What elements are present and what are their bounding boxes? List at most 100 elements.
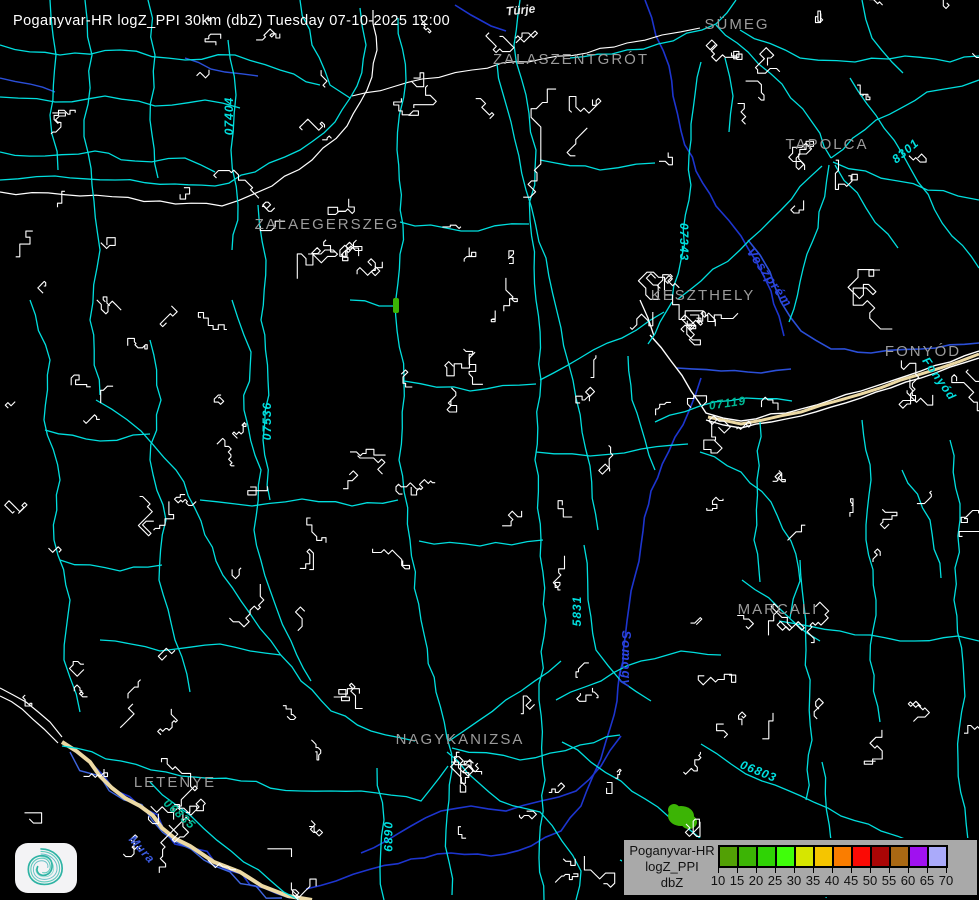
legend-tick-label: 50 xyxy=(863,873,877,888)
settlement-outline xyxy=(866,0,883,5)
road-line xyxy=(96,400,415,741)
settlement-outline xyxy=(943,0,952,9)
legend-tick-label: 25 xyxy=(768,873,782,888)
settlement-outline xyxy=(205,34,221,45)
road-line xyxy=(950,440,968,895)
settlement-outline xyxy=(101,238,115,249)
road-number-label: 07536 xyxy=(260,402,274,440)
city-label: MARCALI xyxy=(738,601,819,618)
city-label: ZALASZENTGRÓT xyxy=(493,51,649,68)
settlement-outline xyxy=(214,395,223,404)
road-line xyxy=(540,160,655,170)
settlement-outline xyxy=(396,483,422,494)
legend-tick-label: 30 xyxy=(787,873,801,888)
settlement-outline xyxy=(248,486,267,495)
road-line xyxy=(800,560,812,800)
settlement-outline xyxy=(576,663,589,677)
road-number-label: 07119 xyxy=(708,393,747,412)
settlement-outline xyxy=(476,99,494,119)
legend-swatch xyxy=(908,845,929,868)
settlement-outline xyxy=(71,375,91,387)
legend-tick-label: 45 xyxy=(844,873,858,888)
legend-swatch xyxy=(794,845,815,868)
road-line xyxy=(648,302,672,344)
settlement-outline xyxy=(328,199,354,215)
settlement-outline xyxy=(300,549,314,569)
village-label: Türje xyxy=(505,1,536,18)
shore-strip-line xyxy=(640,300,654,336)
settlement-outline xyxy=(521,696,535,714)
settlement-outline xyxy=(373,549,410,569)
river-name-label: Mura xyxy=(126,832,158,866)
settlement-outline xyxy=(464,349,483,384)
radar-echo xyxy=(668,804,680,816)
settlement-outline xyxy=(966,370,979,382)
settlement-outline xyxy=(717,724,728,738)
settlement-outline xyxy=(567,128,587,156)
road-line xyxy=(754,422,761,582)
settlement-outline xyxy=(816,11,823,23)
settlement-outline xyxy=(414,85,437,108)
weather-service-spiral-logo xyxy=(15,843,77,893)
settlement-outline xyxy=(659,153,672,165)
settlement-outline xyxy=(502,511,521,526)
stream-line xyxy=(185,58,258,76)
settlement-outline xyxy=(128,680,141,699)
settlement-outline xyxy=(549,783,565,793)
city-label: KESZTHELY xyxy=(651,287,755,304)
settlement-outline xyxy=(520,811,537,819)
spiral-icon xyxy=(15,843,67,887)
road-line xyxy=(862,0,903,73)
road-line xyxy=(835,165,898,248)
road-line xyxy=(396,18,453,895)
legend-swatch xyxy=(813,845,834,868)
road-line xyxy=(228,40,238,250)
settlement-outline xyxy=(283,706,296,720)
settlement-outline xyxy=(864,730,882,764)
road-line xyxy=(200,499,398,506)
radar-map: SÜMEGZALASZENTGRÓTTAPOLCAZALAEGERSZEGKES… xyxy=(0,0,979,900)
legend-swatch xyxy=(851,845,872,868)
settlement-outline xyxy=(576,387,595,403)
road-line xyxy=(725,58,733,132)
settlement-outline xyxy=(80,692,88,697)
settlement-outline xyxy=(739,712,746,725)
road-line xyxy=(540,312,664,380)
legend-title-line2: logZ_PPI xyxy=(626,859,718,875)
settlement-outline xyxy=(788,525,806,540)
settlement-outline xyxy=(762,713,773,739)
settlement-outline xyxy=(584,856,614,887)
radar-product-title: Poganyvar-HR logZ_PPI 30km (dbZ) Tuesday… xyxy=(13,13,450,29)
legend-swatch xyxy=(756,845,777,868)
road-line xyxy=(628,356,655,470)
town-outline xyxy=(701,311,738,326)
road-line xyxy=(779,621,979,641)
legend-swatch xyxy=(832,845,853,868)
road-line xyxy=(84,0,100,395)
settlement-outline xyxy=(508,251,513,264)
settlement-outline xyxy=(49,547,62,553)
settlement-outline xyxy=(197,70,209,78)
road-line xyxy=(449,661,561,741)
settlement-outline xyxy=(908,701,929,721)
settlement-outline xyxy=(350,683,363,708)
settlement-outline xyxy=(850,499,853,517)
settlement-outline xyxy=(746,81,764,100)
road-number-label: Fonyód xyxy=(919,354,959,402)
settlement-outline xyxy=(964,717,979,733)
settlement-outline xyxy=(972,53,979,78)
settlement-outline xyxy=(128,338,148,349)
legend-tick-label: 15 xyxy=(730,873,744,888)
settlement-outline xyxy=(880,509,897,528)
settlement-outline xyxy=(120,704,134,728)
radar-echo xyxy=(393,298,399,313)
legend-swatch xyxy=(737,845,758,868)
city-label: ZALAEGERSZEG xyxy=(255,216,400,233)
settlement-outline xyxy=(656,402,671,415)
settlement-outline xyxy=(555,874,578,883)
county-border-line xyxy=(455,5,506,31)
road-line xyxy=(740,30,979,62)
road-line xyxy=(100,640,281,655)
town-outline xyxy=(569,97,601,114)
legend-swatch xyxy=(718,845,739,868)
